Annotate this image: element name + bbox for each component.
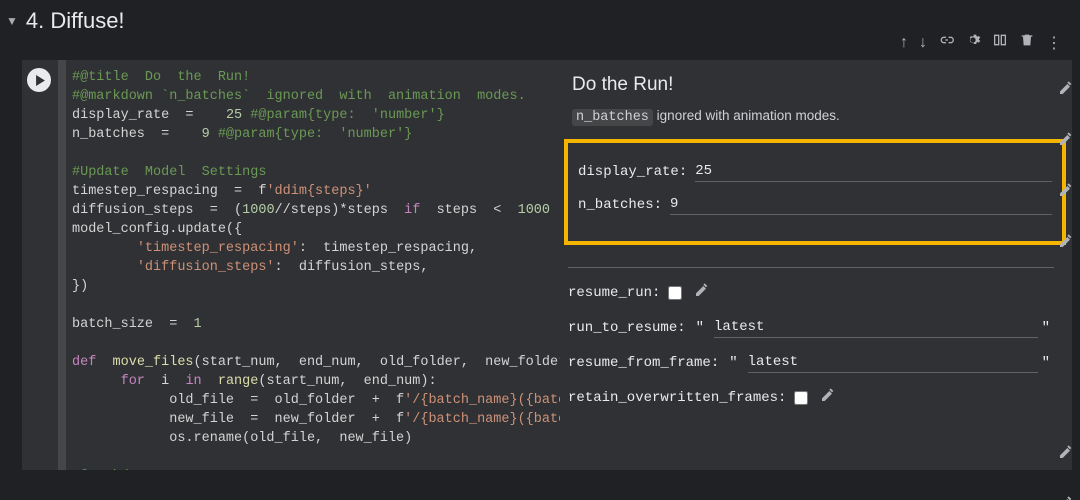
link-icon[interactable] (938, 32, 954, 53)
code-line: #@title Do the Run! (72, 70, 250, 85)
play-icon (35, 75, 46, 86)
form-edit-column (1058, 80, 1074, 500)
pencil-icon[interactable] (1058, 80, 1074, 101)
code-line: #Update Model Settings (72, 165, 266, 180)
divider (568, 267, 1054, 268)
param-label: run_to_resume: (568, 320, 686, 336)
param-run-to-resume: run_to_resume: " " (568, 317, 1054, 338)
quote: " (729, 355, 737, 371)
code-line: display_rate = (72, 108, 226, 123)
run-cell-button[interactable] (27, 68, 51, 92)
code-line: model_config.update({ (72, 222, 242, 237)
gear-icon[interactable] (965, 32, 981, 53)
code-line: }) (72, 279, 88, 294)
retain-frames-checkbox[interactable] (794, 391, 808, 405)
mirror-icon[interactable] (992, 32, 1008, 53)
quote: " (1042, 320, 1050, 336)
resume-from-frame-input[interactable] (748, 352, 1038, 373)
cell-left-strip (58, 60, 66, 470)
param-label: resume_from_frame: (568, 355, 719, 371)
param-resume-from-frame: resume_from_frame: " " (568, 352, 1054, 373)
param-display-rate: display_rate: (578, 161, 1052, 182)
form-panel: Do the Run! n_batches ignored with anima… (560, 60, 1072, 470)
code-inline: n_batches (572, 109, 653, 126)
quote: " (696, 320, 704, 336)
code-line: n_batches = (72, 127, 202, 142)
code-editor[interactable]: #@title Do the Run! #@markdown `n_batche… (66, 60, 560, 470)
highlighted-params: display_rate: n_batches: (564, 139, 1066, 245)
code-line: def (72, 355, 96, 370)
more-icon[interactable]: ⋮ (1046, 33, 1062, 53)
cell-gutter (22, 60, 56, 470)
param-label: resume_run: (568, 285, 660, 301)
pencil-icon[interactable] (1058, 131, 1074, 152)
code-cell: ↑ ↓ ⋮ #@title Do the Run! #@markdown `n_… (22, 60, 1072, 470)
pencil-icon[interactable] (1058, 444, 1074, 465)
pencil-icon[interactable] (694, 282, 710, 303)
form-title: Do the Run! (572, 74, 1054, 96)
cell-toolbar: ↑ ↓ ⋮ (900, 32, 1062, 53)
n-batches-input[interactable] (670, 194, 1052, 215)
param-label: retain_overwritten_frames: (568, 390, 786, 406)
quote: " (1042, 355, 1050, 371)
code-line: #@markdown --- (72, 469, 194, 470)
move-down-icon[interactable]: ↓ (919, 34, 927, 52)
code-line: timestep_respacing = f (72, 184, 266, 199)
pencil-icon[interactable] (1058, 182, 1074, 203)
code-line: batch_size = (72, 317, 194, 332)
pencil-icon[interactable] (820, 387, 836, 408)
resume-run-checkbox[interactable] (668, 286, 682, 300)
trash-icon[interactable] (1019, 32, 1035, 53)
form-markdown: n_batches ignored with animation modes. (572, 108, 1054, 125)
collapse-triangle-icon[interactable]: ▼ (6, 14, 18, 28)
move-up-icon[interactable]: ↑ (900, 34, 908, 52)
section-title: 4. Diffuse! (26, 8, 125, 34)
param-retain-frames: retain_overwritten_frames: (568, 387, 1054, 408)
param-label: display_rate: (578, 164, 687, 180)
code-line: #@markdown `n_batches` ignored with anim… (72, 89, 526, 104)
pencil-icon[interactable] (1058, 233, 1074, 254)
pencil-icon[interactable] (1058, 495, 1074, 500)
param-label: n_batches: (578, 197, 662, 213)
param-resume-run: resume_run: (568, 282, 1054, 303)
display-rate-input[interactable] (695, 161, 1052, 182)
param-n-batches: n_batches: (578, 194, 1052, 215)
run-to-resume-input[interactable] (714, 317, 1038, 338)
code-line: diffusion_steps = ( (72, 203, 242, 218)
